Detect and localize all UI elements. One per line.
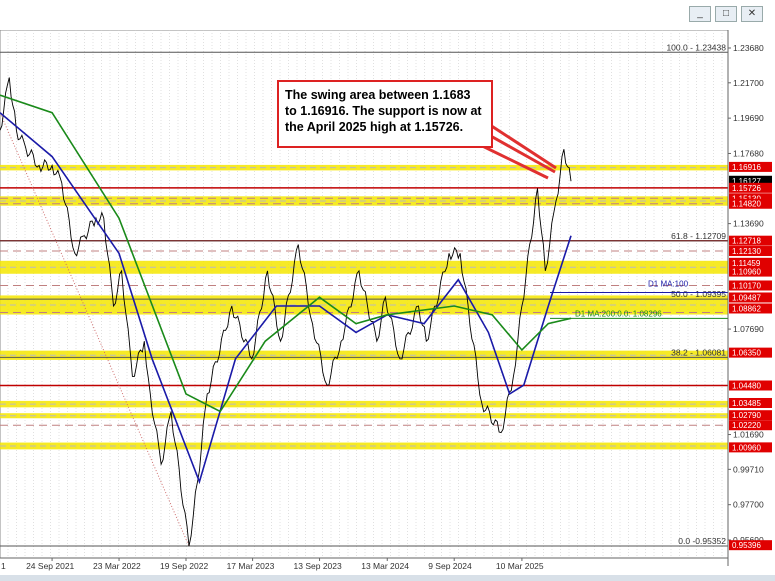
ma-label: D1 MA:100	[648, 279, 689, 288]
price-tag-label: 1.00960	[732, 443, 761, 452]
y-tick-label: 0.97700	[733, 500, 764, 510]
price-tag-label: 1.11459	[732, 259, 761, 268]
y-tick-label: 1.23680	[733, 43, 764, 53]
annotation-box: The swing area between 1.1683 to 1.16916…	[277, 80, 493, 148]
y-tick-label: 1.07690	[733, 324, 764, 334]
window-controls: _ □ ✕	[689, 6, 763, 22]
fib-level-label: 100.0 - 1.23438	[666, 42, 726, 52]
price-tag-label: 1.06350	[732, 349, 761, 358]
fib-level-label: 61.8 - 1.12709	[671, 231, 726, 241]
fib-level-label: 38.2 - 1.06081	[671, 347, 726, 357]
fib-level-label: 0.0 -0.95352	[678, 536, 726, 546]
x-tick-label: 10 Mar 2025	[496, 561, 544, 571]
bottom-strip	[0, 575, 775, 581]
price-tag-label: 0.95396	[732, 541, 761, 550]
price-tag-label: 1.08862	[732, 304, 761, 313]
x-tick-label: 24 Sep 2021	[26, 561, 74, 571]
price-tag-label: 1.12718	[732, 237, 761, 246]
price-tag-label: 1.14820	[732, 200, 761, 209]
y-tick-label: 1.13690	[733, 219, 764, 229]
price-tag-label: 1.10170	[732, 281, 761, 290]
price-tag-label: 1.02790	[732, 411, 761, 420]
price-tag-label: 1.04480	[732, 381, 761, 390]
price-tag-label: 1.10960	[732, 268, 761, 277]
title-bar	[0, 0, 775, 30]
minimize-button[interactable]: _	[689, 6, 711, 22]
price-tag-label: 1.02220	[732, 421, 761, 430]
x-tick-label: 1	[1, 561, 6, 571]
x-tick-label: 13 Sep 2023	[294, 561, 342, 571]
y-tick-label: 1.21700	[733, 78, 764, 88]
x-tick-label: 23 Mar 2022	[93, 561, 141, 571]
y-tick-label: 1.17680	[733, 148, 764, 158]
y-tick-label: 1.19690	[733, 113, 764, 123]
price-tag-label: 1.15726	[732, 184, 761, 193]
price-tag-label: 1.12130	[732, 247, 761, 256]
close-button[interactable]: ✕	[741, 6, 763, 22]
y-tick-label: 1.01690	[733, 430, 764, 440]
price-tag-label: 1.09487	[732, 293, 761, 302]
x-tick-label: 17 Mar 2023	[227, 561, 275, 571]
x-tick-label: 13 Mar 2024	[361, 561, 409, 571]
price-tag-label: 1.03485	[732, 399, 761, 408]
ma-label: D1 MA:200:0.0: 1.08296	[575, 309, 662, 318]
x-tick-label: 19 Sep 2022	[160, 561, 208, 571]
x-tick-label: 9 Sep 2024	[428, 561, 472, 571]
price-tag-label: 1.16916	[732, 163, 761, 172]
y-tick-label: 0.99710	[733, 464, 764, 474]
restore-button[interactable]: □	[715, 6, 737, 22]
fib-level-label: 50.0 - 1.09395	[671, 289, 726, 299]
